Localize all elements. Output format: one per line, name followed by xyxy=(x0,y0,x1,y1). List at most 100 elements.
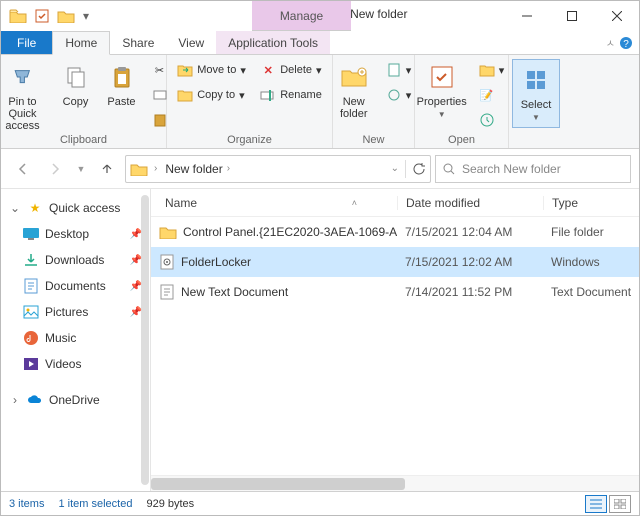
desktop-icon xyxy=(23,226,39,242)
search-input[interactable]: Search New folder xyxy=(435,155,631,183)
file-list[interactable]: Control Panel.{21EC2020-3AEA-1069-A2..7/… xyxy=(151,217,639,475)
forward-button[interactable] xyxy=(41,155,69,183)
content-area: ⌄ ★ Quick access Desktop📌Downloads📌Docum… xyxy=(1,189,639,491)
table-row[interactable]: Control Panel.{21EC2020-3AEA-1069-A2..7/… xyxy=(151,217,639,247)
copy-button[interactable]: Copy xyxy=(56,59,96,108)
paste-button[interactable]: Paste xyxy=(102,59,142,108)
open-button[interactable]: ▾ xyxy=(475,59,509,81)
new-item-icon xyxy=(386,62,402,78)
sidebar-item-music[interactable]: Music xyxy=(1,325,150,351)
sort-indicator-icon: ˄ xyxy=(352,198,397,208)
new-item-button[interactable]: ▾ xyxy=(382,59,416,81)
help-icon[interactable]: ? xyxy=(619,36,633,50)
select-button[interactable]: Select ▼ xyxy=(512,59,560,128)
scrollbar-thumb[interactable] xyxy=(141,195,149,485)
context-tab-header: Manage xyxy=(252,1,351,31)
open-group-label: Open xyxy=(448,134,475,146)
sidebar-item-downloads[interactable]: Downloads📌 xyxy=(1,247,150,273)
column-type[interactable]: Type xyxy=(543,196,639,210)
sidebar-item-pictures[interactable]: Pictures📌 xyxy=(1,299,150,325)
close-button[interactable] xyxy=(594,1,639,31)
selection-count: 1 item selected xyxy=(58,498,132,510)
tab-home[interactable]: Home xyxy=(52,31,110,55)
pin-label: Pin to Quick access xyxy=(0,96,50,132)
column-name[interactable]: Name˄ xyxy=(151,196,397,210)
music-icon xyxy=(23,330,39,346)
move-to-button[interactable]: Move to ▾ xyxy=(173,59,250,81)
horizontal-scrollbar[interactable] xyxy=(151,475,639,491)
status-bar: 3 items 1 item selected 929 bytes xyxy=(1,491,639,515)
sidebar-item-documents[interactable]: Documents📌 xyxy=(1,273,150,299)
refresh-button[interactable] xyxy=(412,162,426,176)
star-icon: ★ xyxy=(27,200,43,216)
up-button[interactable] xyxy=(93,155,121,183)
group-select: Select ▼ xyxy=(509,55,563,148)
ribbon-tab-bar: File Home Share View Application Tools ㅅ… xyxy=(1,31,639,55)
qat-dropdown-icon[interactable]: ▾ xyxy=(79,5,93,27)
scrollbar-thumb[interactable] xyxy=(151,478,405,490)
new-folder-icon xyxy=(338,61,370,93)
table-row[interactable]: FolderLocker7/15/2021 12:02 AMWindows xyxy=(151,247,639,277)
file-menu[interactable]: File xyxy=(1,31,52,54)
new-folder-qat-icon[interactable] xyxy=(55,5,77,27)
pin-to-quick-access-button[interactable]: Pin to Quick access xyxy=(0,59,50,132)
new-folder-label: New folder xyxy=(332,96,376,120)
new-group-label: New xyxy=(362,134,384,146)
ribbon-collapse-icon[interactable]: ㅅ xyxy=(606,35,615,50)
easy-access-button[interactable]: ▾ xyxy=(382,84,416,106)
new-folder-button[interactable]: New folder xyxy=(332,59,376,120)
back-button[interactable] xyxy=(9,155,37,183)
edit-button[interactable]: 📝 xyxy=(475,84,509,106)
tab-share[interactable]: Share xyxy=(110,31,166,54)
address-dropdown-icon[interactable]: ⌄ xyxy=(391,163,399,174)
ribbon: Pin to Quick access Copy Paste ✂ Clipboa… xyxy=(1,55,639,149)
column-headers[interactable]: Name˄ Date modified Type xyxy=(151,189,639,217)
navigation-pane[interactable]: ⌄ ★ Quick access Desktop📌Downloads📌Docum… xyxy=(1,189,151,491)
title-bar: ▾ Manage New folder xyxy=(1,1,639,31)
folder-icon xyxy=(159,225,177,239)
thumbnails-view-button[interactable] xyxy=(609,495,631,513)
tab-view[interactable]: View xyxy=(166,31,216,54)
history-button[interactable] xyxy=(475,109,509,131)
quick-access-toolbar: ▾ xyxy=(1,5,99,27)
rename-button[interactable]: Rename xyxy=(256,84,326,106)
properties-icon[interactable] xyxy=(31,5,53,27)
table-row[interactable]: New Text Document7/14/2021 11:52 PMText … xyxy=(151,277,639,307)
chevron-down-icon[interactable]: ⌄ xyxy=(9,201,21,215)
properties-button[interactable]: Properties ▼ xyxy=(415,59,469,120)
details-view-button[interactable] xyxy=(585,495,607,513)
delete-icon: ✕ xyxy=(260,62,276,78)
sidebar-item-videos[interactable]: Videos xyxy=(1,351,150,377)
tab-application-tools[interactable]: Application Tools xyxy=(216,31,330,54)
properties-label: Properties xyxy=(417,96,467,108)
properties-icon xyxy=(426,61,458,93)
copy-label: Copy xyxy=(63,96,89,108)
group-clipboard: Pin to Quick access Copy Paste ✂ Clipboa… xyxy=(1,55,167,148)
delete-button[interactable]: ✕Delete ▾ xyxy=(256,59,326,81)
scissors-icon: ✂ xyxy=(152,62,168,78)
organize-group-label: Organize xyxy=(227,134,272,146)
navigation-bar: ▼ › New folder › ⌄ Search New folder xyxy=(1,149,639,189)
copy-path-icon xyxy=(152,87,168,103)
group-organize: Move to ▾ Copy to ▾ ✕Delete ▾ Rename Org… xyxy=(167,55,333,148)
chevron-right-icon[interactable]: › xyxy=(154,163,157,174)
recent-locations-button[interactable]: ▼ xyxy=(73,155,89,183)
folder-icon[interactable] xyxy=(7,5,29,27)
address-bar[interactable]: › New folder › ⌄ xyxy=(125,155,431,183)
open-icon xyxy=(479,62,495,78)
file-list-pane: Name˄ Date modified Type Control Panel.{… xyxy=(151,189,639,491)
window-title: New folder xyxy=(350,7,407,21)
move-to-icon xyxy=(177,62,193,78)
breadcrumb[interactable]: New folder › xyxy=(163,162,232,176)
documents-icon xyxy=(23,278,39,294)
column-date[interactable]: Date modified xyxy=(397,196,543,210)
copy-to-button[interactable]: Copy to ▾ xyxy=(173,84,250,106)
sidebar-item-desktop[interactable]: Desktop📌 xyxy=(1,221,150,247)
group-open: Properties ▼ ▾ 📝 Open xyxy=(415,55,509,148)
maximize-button[interactable] xyxy=(549,1,594,31)
minimize-button[interactable] xyxy=(504,1,549,31)
easy-access-icon xyxy=(386,87,402,103)
chevron-right-icon[interactable]: › xyxy=(9,393,21,407)
quick-access-node[interactable]: ⌄ ★ Quick access xyxy=(1,195,150,221)
onedrive-node[interactable]: › OneDrive xyxy=(1,387,150,413)
